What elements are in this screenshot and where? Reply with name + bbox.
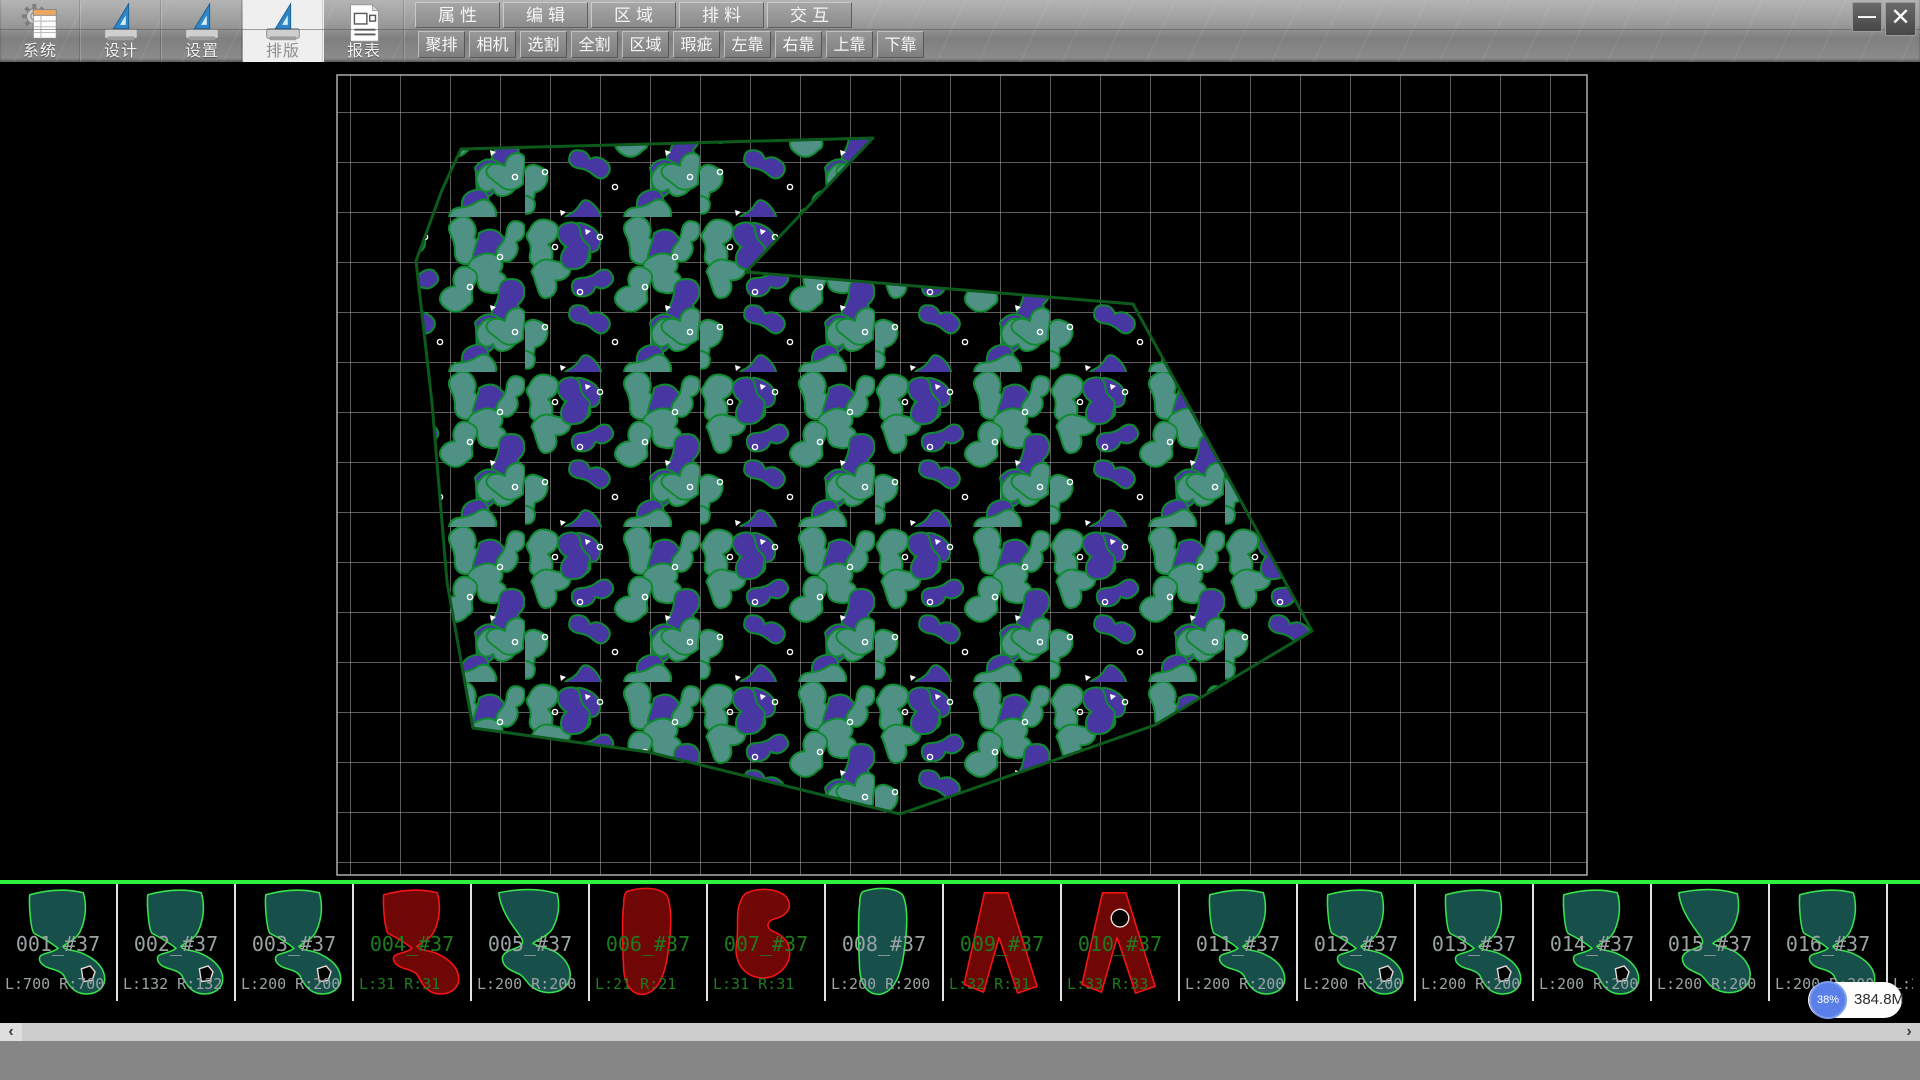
horizontal-scrollbar[interactable]: ‹ › xyxy=(0,1023,1920,1041)
status-bar xyxy=(0,1041,1920,1080)
thumbnail-cell[interactable]: 005_#37 L:200 R:200 xyxy=(472,884,590,1001)
piece-name: 009_#37 xyxy=(944,932,1060,956)
piece-name: 001_#37 xyxy=(0,932,116,956)
piece-count: L:200 R:200 xyxy=(1539,975,1638,993)
toolbar: 系统 设计 设置 xyxy=(0,0,1920,62)
piece-name: 016_#37 xyxy=(1770,932,1886,956)
tab-interaction[interactable]: 交互 xyxy=(767,2,852,28)
button-region[interactable]: 区域 xyxy=(622,31,669,58)
piece-thumbnail-strip: 001_#37 L:700 R:700 002_#37 L:132 R:132 003_… xyxy=(0,884,1920,1023)
toolbar-item-system[interactable]: 系统 xyxy=(0,0,81,62)
scroll-left-arrow[interactable]: ‹ xyxy=(0,1023,22,1041)
toolbar-item-report[interactable]: 报表 xyxy=(324,0,405,62)
download-progress-badge[interactable]: 38% 384.8M xyxy=(1808,982,1902,1018)
button-defect[interactable]: 瑕疵 xyxy=(673,31,720,58)
piece-count: L:31 R:31 xyxy=(713,975,794,993)
thumbnail-cell[interactable]: 015_#37 L:200 R:200 xyxy=(1652,884,1770,1001)
progress-size: 384.8M xyxy=(1854,982,1904,1018)
menu-tab-bar: 属性 编辑 区域 排料 交互 xyxy=(415,2,852,28)
piece-count: L:200 R:200 xyxy=(1303,975,1402,993)
piece-count: L:200 R:200 xyxy=(241,975,340,993)
tab-properties[interactable]: 属性 xyxy=(415,2,500,28)
window-controls: — ✕ xyxy=(1852,2,1916,36)
scroll-right-arrow[interactable]: › xyxy=(1898,1023,1920,1041)
piece-count: L:33 R:33 xyxy=(1067,975,1148,993)
button-camera[interactable]: 相机 xyxy=(469,31,516,58)
main-icon-toolbar: 系统 设计 设置 xyxy=(0,0,405,62)
thumbnail-cell[interactable]: 012_#37 L:200 R:200 xyxy=(1298,884,1416,1001)
piece-name: 014_#37 xyxy=(1534,932,1650,956)
toolbar-item-label: 设置 xyxy=(162,37,242,61)
thumbnail-cell[interactable]: 009_#37 L:32 R:31 xyxy=(944,884,1062,1001)
button-align-right[interactable]: 右靠 xyxy=(775,31,822,58)
nesting-canvas[interactable]: .pc-t{fill:var(--piece-teal);stroke:var(… xyxy=(0,62,1920,880)
piece-name: 007_#37 xyxy=(708,932,824,956)
close-button[interactable]: ✕ xyxy=(1885,2,1916,36)
thumbnail-cell[interactable]: 011_#37 L:200 R:200 xyxy=(1180,884,1298,1001)
tab-region[interactable]: 区域 xyxy=(591,2,676,28)
thumbnail-cell[interactable]: 002_#37 L:132 R:132 xyxy=(118,884,236,1001)
piece-name: 013_#37 xyxy=(1416,932,1532,956)
piece-count: L:200 R:200 xyxy=(1421,975,1520,993)
piece-name: 002_#37 xyxy=(118,932,234,956)
piece-count: L:200 R:200 xyxy=(477,975,576,993)
button-select-cut[interactable]: 选割 xyxy=(520,31,567,58)
piece-name: 012_#37 xyxy=(1298,932,1414,956)
button-cluster-nest[interactable]: 聚排 xyxy=(418,31,465,58)
toolbar-item-label: 排版 xyxy=(243,37,323,61)
tab-edit[interactable]: 编辑 xyxy=(503,2,588,28)
thumbnail-cell[interactable]: 003_#37 L:200 R:200 xyxy=(236,884,354,1001)
toolbar-item-label: 设计 xyxy=(81,37,161,61)
minimize-button[interactable]: — xyxy=(1852,2,1882,32)
thumbnail-cell[interactable]: 013_#37 L:200 R:200 xyxy=(1416,884,1534,1001)
piece-name: 006_#37 xyxy=(590,932,706,956)
piece-name: 004_#37 xyxy=(354,932,470,956)
toolbar-item-design[interactable]: 设计 xyxy=(81,0,162,62)
piece-name: 015_#37 xyxy=(1652,932,1768,956)
piece-name: 003_#37 xyxy=(236,932,352,956)
piece-count: L:200 R:200 xyxy=(1657,975,1756,993)
piece-name: 005_#37 xyxy=(472,932,588,956)
thumbnail-cell[interactable]: 014_#37 L:200 R:200 xyxy=(1534,884,1652,1001)
piece-count: L:21 R:21 xyxy=(595,975,676,993)
thumbnail-cell[interactable]: 004_#37 L:31 R:31 xyxy=(354,884,472,1001)
thumbnail-cell[interactable]: 006_#37 L:21 R:21 xyxy=(590,884,708,1001)
piece-name: 008_#37 xyxy=(826,932,942,956)
thumbnail-cell[interactable]: 010_#37 L:33 R:33 xyxy=(1062,884,1180,1001)
toolbar-item-settings[interactable]: 设置 xyxy=(162,0,243,62)
piece-count: L:132 R:132 xyxy=(123,975,222,993)
piece-count: L:700 R:700 xyxy=(5,975,104,993)
piece-count: L:200 R:200 xyxy=(1185,975,1284,993)
button-align-left[interactable]: 左靠 xyxy=(724,31,771,58)
thumbnail-cell[interactable]: 007_#37 L:31 R:31 xyxy=(708,884,826,1001)
toolbar-item-label: 系统 xyxy=(0,37,80,61)
canvas-drawing: .pc-t{fill:var(--piece-teal);stroke:var(… xyxy=(0,62,1920,880)
progress-percent: 38% xyxy=(1809,981,1847,1019)
toolbar-divider xyxy=(0,29,1920,30)
nesting-app-window: 系统 设计 设置 xyxy=(0,0,1920,1080)
tool-button-bar: 聚排 相机 选割 全割 区域 瑕疵 左靠 右靠 上靠 下靠 xyxy=(418,31,924,58)
piece-count: L:200 R:200 xyxy=(831,975,930,993)
piece-name: 011_#37 xyxy=(1180,932,1296,956)
toolbar-item-label: 报表 xyxy=(324,37,404,61)
tab-nesting[interactable]: 排料 xyxy=(679,2,764,28)
thumbnail-cell[interactable]: 001_#37 L:700 R:700 xyxy=(0,884,118,1001)
piece-name: 010_#37 xyxy=(1062,932,1178,956)
piece-count: L:31 R:31 xyxy=(359,975,440,993)
button-align-top[interactable]: 上靠 xyxy=(826,31,873,58)
button-cut-all[interactable]: 全割 xyxy=(571,31,618,58)
toolbar-item-nesting[interactable]: 排版 xyxy=(243,0,324,62)
button-align-bottom[interactable]: 下靠 xyxy=(877,31,924,58)
thumbnail-cell[interactable]: 008_#37 L:200 R:200 xyxy=(826,884,944,1001)
piece-count: L:32 R:31 xyxy=(949,975,1030,993)
